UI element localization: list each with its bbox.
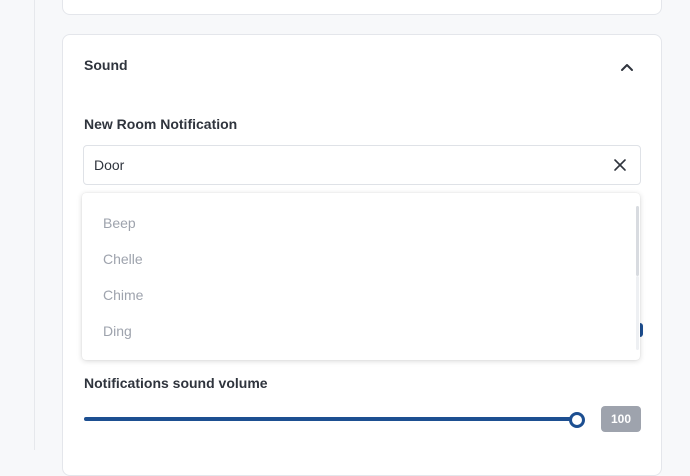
volume-slider-track[interactable] [84,417,577,421]
new-room-notification-select[interactable]: Door [83,145,641,185]
new-room-notification-label: New Room Notification [84,116,238,132]
previous-section-card [62,0,662,15]
left-rail [0,0,35,450]
chevron-up-icon [621,64,633,71]
option-chelle[interactable]: Chelle [103,251,143,267]
volume-value-badge: 100 [601,406,641,432]
options-dropdown: Beep Chelle Chime Ding [82,193,640,360]
option-beep[interactable]: Beep [103,215,136,231]
dropdown-scroll-track[interactable] [636,276,639,350]
dropdown-scrollbar[interactable] [636,206,639,276]
volume-label: Notifications sound volume [84,375,268,391]
volume-slider-thumb[interactable] [569,412,585,428]
option-ding[interactable]: Ding [103,323,132,339]
close-icon [614,159,626,171]
collapse-button[interactable] [615,56,639,78]
option-chime[interactable]: Chime [103,287,143,303]
clear-button[interactable] [610,155,630,175]
section-title-sound[interactable]: Sound [84,57,128,73]
selected-value: Door [94,157,125,173]
